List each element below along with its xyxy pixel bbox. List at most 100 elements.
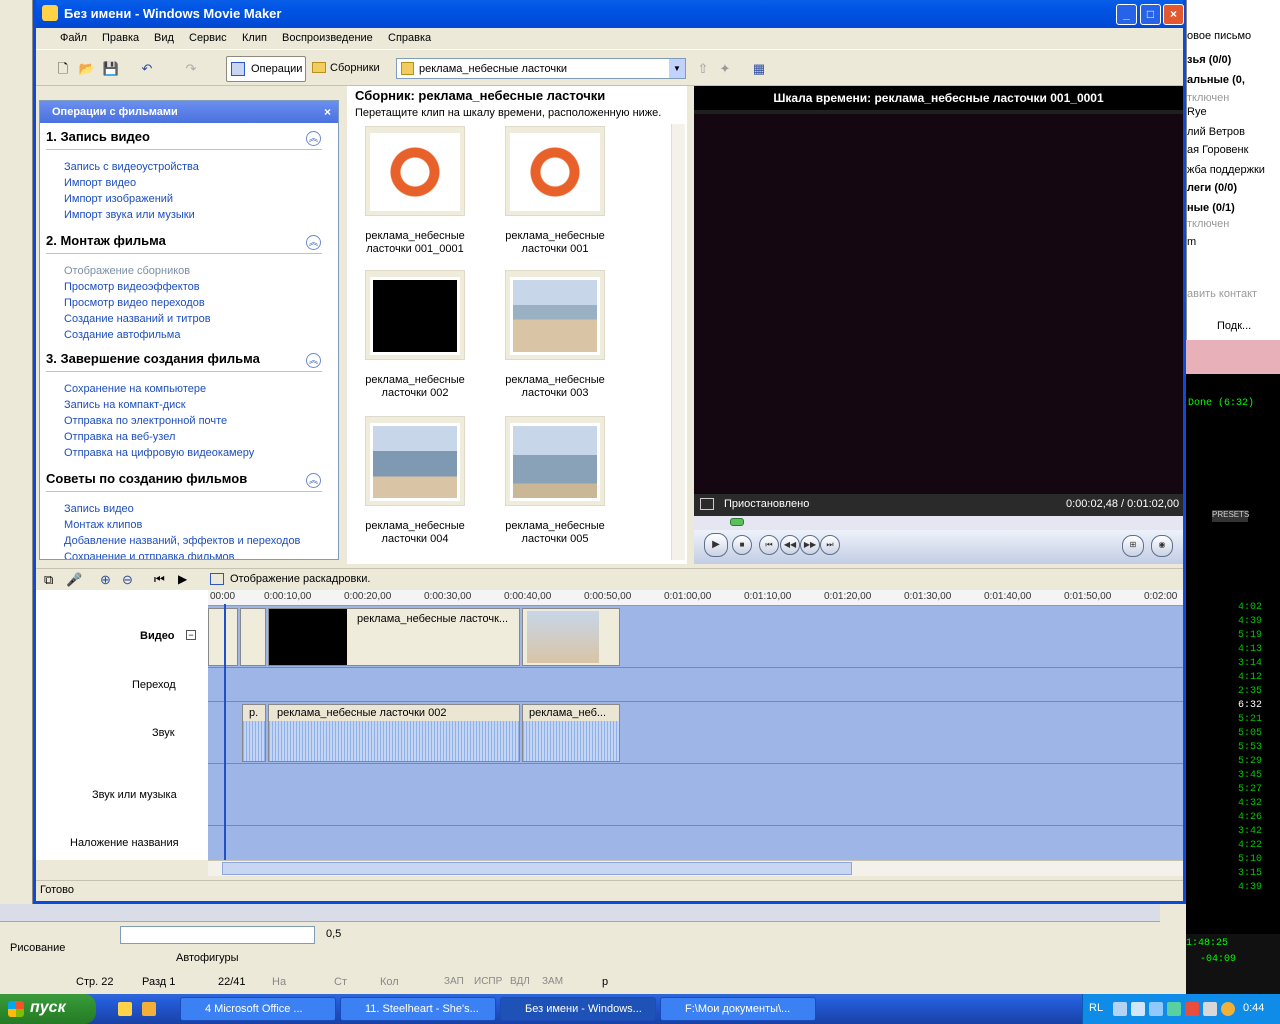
chat-contact-line[interactable]: леги (0/0) (1187, 182, 1237, 194)
previous-frame-icon[interactable]: ⏮ (759, 535, 779, 555)
chat-contact-line[interactable]: ные (0/1) (1187, 202, 1235, 214)
menu-help[interactable]: Справка (388, 32, 431, 44)
forward-icon[interactable]: ▶▶ (800, 535, 820, 555)
menu-view[interactable]: Вид (154, 32, 174, 44)
language-indicator[interactable]: RL (1089, 1002, 1103, 1014)
task-link[interactable]: Создание названий и титров (64, 313, 211, 325)
task-link[interactable]: Создание автофильма (64, 329, 180, 341)
chat-contact-line[interactable]: тключен (1187, 218, 1229, 230)
rewind-timeline-icon[interactable]: ⏮ (154, 572, 165, 587)
playlist-duration[interactable]: 4:02 (1238, 602, 1262, 613)
maximize-button[interactable]: □ (1140, 4, 1161, 25)
timeline-area[interactable]: 00:00 0:00:10,00 0:00:20,00 0:00:30,00 0:00:… (208, 590, 1183, 860)
collapse-video-icon[interactable]: − (186, 630, 196, 640)
chat-contact-line[interactable]: овое письмо (1187, 30, 1251, 42)
new-collection-icon[interactable]: ✦ (714, 58, 736, 80)
storyboard-button[interactable]: Отображение раскадровки. (230, 573, 370, 585)
line-style-select[interactable] (120, 926, 315, 944)
collections-button[interactable]: Сборники (310, 56, 386, 82)
playlist-duration[interactable]: 5:19 (1238, 630, 1262, 641)
set-audio-icon[interactable]: ⧉ (44, 572, 53, 588)
playlist-duration[interactable]: 3:15 (1238, 868, 1262, 879)
tray-icon-6[interactable] (1203, 1002, 1217, 1016)
video-clip-3[interactable]: реклама_небесные ласточк... (268, 608, 520, 666)
split-clip-icon[interactable]: ⊞ (1122, 535, 1144, 557)
playlist-duration[interactable]: 3:45 (1238, 770, 1262, 781)
playlist-duration[interactable]: 5:10 (1238, 854, 1262, 865)
playlist-duration[interactable]: 6:32 (1238, 700, 1262, 711)
play-icon[interactable]: ▶ (704, 533, 728, 557)
playlist-duration[interactable]: 3:42 (1238, 826, 1262, 837)
tray-icon-1[interactable] (1113, 1002, 1127, 1016)
playhead[interactable] (224, 604, 226, 860)
audio-track[interactable]: р. реклама_небесные ласточки 002 реклама… (208, 702, 1183, 764)
transition-track[interactable] (208, 668, 1183, 702)
collapse-section-icon[interactable]: ︽ (306, 353, 321, 368)
quicklaunch-icon-1[interactable] (118, 1002, 132, 1016)
task-link[interactable]: Импорт изображений (64, 193, 173, 205)
storyboard-icon[interactable] (210, 573, 224, 585)
task-link[interactable]: Запись видео (64, 503, 134, 515)
seek-thumb[interactable] (729, 518, 744, 526)
save-project-icon[interactable]: 💾 (100, 58, 122, 80)
next-frame-icon[interactable]: ⏭ (820, 535, 840, 555)
presets-button[interactable]: PRESETS (1212, 510, 1249, 522)
start-button[interactable]: пуск (0, 994, 96, 1024)
playlist-duration[interactable]: 4:26 (1238, 812, 1262, 823)
audio-clip-3[interactable]: реклама_неб... (522, 704, 620, 762)
chat-contact-line[interactable]: Rye (1187, 106, 1207, 118)
rewind-icon[interactable]: ◀◀ (780, 535, 800, 555)
view-icon[interactable]: ▦ (748, 58, 770, 80)
task-link[interactable]: Добавление названий, эффектов и переходо… (64, 535, 300, 547)
playlist-duration[interactable]: 4:39 (1238, 882, 1262, 893)
zoom-out-icon[interactable]: ⊖ (122, 572, 133, 588)
quicklaunch-icon-2[interactable] (142, 1002, 156, 1016)
playlist-duration[interactable]: 5:53 (1238, 742, 1262, 753)
task-link[interactable]: Отправка на веб-узел (64, 431, 175, 443)
chat-contact-line[interactable]: авить контакт (1187, 288, 1257, 300)
line-width-value[interactable]: 0,5 (326, 928, 341, 940)
playlist-duration[interactable]: 4:12 (1238, 672, 1262, 683)
tray-icon-2[interactable] (1131, 1002, 1145, 1016)
taskbar-word[interactable]: 4 Microsoft Office ... (180, 997, 336, 1021)
menu-clip[interactable]: Клип (242, 32, 267, 44)
task-link[interactable]: Отправка на цифровую видеокамеру (64, 447, 254, 459)
task-link[interactable]: Монтаж клипов (64, 519, 142, 531)
collection-clip[interactable] (365, 416, 465, 506)
video-clip-4[interactable] (522, 608, 620, 666)
seek-bar[interactable] (694, 516, 1183, 530)
audio-clip-2[interactable]: реклама_небесные ласточки 002 (268, 704, 520, 762)
collapse-section-icon[interactable]: ︽ (306, 131, 321, 146)
zoom-in-icon[interactable]: ⊕ (100, 572, 111, 588)
fullscreen-icon[interactable] (700, 498, 714, 510)
close-button[interactable]: × (1163, 4, 1184, 25)
collection-clip[interactable] (505, 126, 605, 216)
collection-scrollbar[interactable] (671, 124, 685, 560)
taskbar-movie-maker[interactable]: Без имени - Windows... (500, 997, 656, 1021)
tray-icon-4[interactable] (1167, 1002, 1181, 1016)
playlist-duration[interactable]: 5:29 (1238, 756, 1262, 767)
close-tasks-icon[interactable]: × (324, 105, 331, 119)
taskbar-explorer[interactable]: F:\Мои документы\... (660, 997, 816, 1021)
chat-contact-line[interactable]: Подк... (1217, 320, 1251, 332)
title-overlay-track[interactable] (208, 826, 1183, 860)
music-track[interactable] (208, 764, 1183, 826)
collapse-section-icon[interactable]: ︽ (306, 235, 321, 250)
drawing-menu[interactable]: Рисование (10, 942, 65, 954)
tray-icon-5[interactable] (1185, 1002, 1199, 1016)
chat-contact-line[interactable]: зья (0/0) (1187, 54, 1231, 66)
undo-icon[interactable]: ↶ (136, 58, 158, 80)
new-project-icon[interactable]: 🗋 (52, 58, 74, 80)
task-link[interactable]: Просмотр видеоэффектов (64, 281, 200, 293)
task-section-title[interactable]: Советы по созданию фильмов (46, 471, 247, 486)
timeline-ruler[interactable]: 00:00 0:00:10,00 0:00:20,00 0:00:30,00 0:00:… (208, 590, 1183, 606)
task-link[interactable]: Отправка по электронной почте (64, 415, 227, 427)
video-clip-2[interactable] (240, 608, 266, 666)
task-link[interactable]: Импорт видео (64, 177, 136, 189)
chat-contact-line[interactable]: лий Ветров (1187, 126, 1245, 138)
word-hscroll[interactable] (0, 904, 1160, 922)
task-link[interactable]: Запись с видеоустройства (64, 161, 199, 173)
chat-contact-line[interactable]: альные (0, (1187, 74, 1245, 86)
video-track[interactable]: реклама_небесные ласточк... (208, 606, 1183, 668)
task-link[interactable]: Отображение сборников (64, 265, 190, 277)
